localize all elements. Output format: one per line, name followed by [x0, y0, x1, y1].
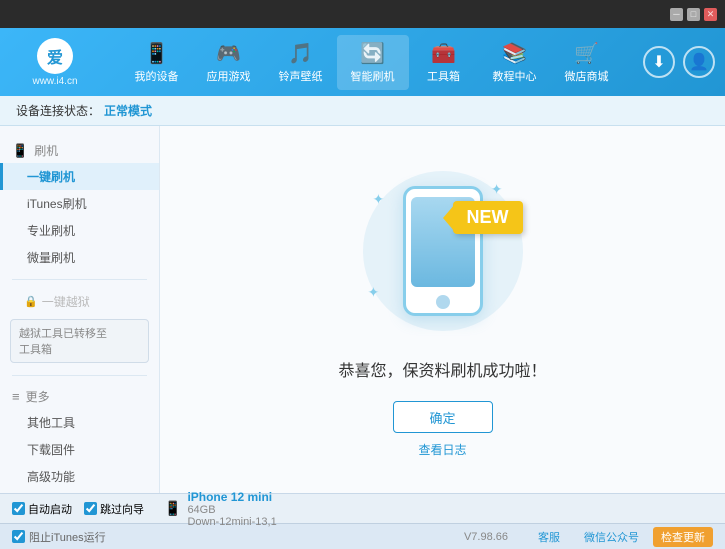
nav-weidian[interactable]: 🛒 微店商城: [551, 35, 623, 90]
sidebar-item-pro-flash[interactable]: 专业刷机: [0, 217, 159, 244]
tutorials-label: 教程中心: [493, 68, 537, 84]
success-message: 恭喜您，保资料刷机成功啦！: [338, 357, 546, 381]
toolbox-icon: 🧰: [431, 41, 456, 66]
smart-shop-label: 智能刷机: [351, 68, 395, 84]
view-logs-link[interactable]: 查看日志: [418, 441, 466, 458]
version-label: V7.98.66: [464, 531, 508, 543]
wechat-link[interactable]: 微信公众号: [584, 529, 639, 545]
ringtones-label: 铃声壁纸: [279, 68, 323, 84]
user-button[interactable]: 👤: [683, 46, 715, 78]
itunes-status-label: 阻止iTunes运行: [29, 529, 460, 545]
header: 爱 www.i4.cn 📱 我的设备 🎮 应用游戏 🎵 铃声壁纸 🔄 智能刷机 …: [0, 28, 725, 96]
weidian-label: 微店商城: [565, 68, 609, 84]
window-controls: ─ □ ✕: [670, 8, 717, 21]
nav-my-device[interactable]: 📱 我的设备: [121, 35, 193, 90]
sidebar-item-other-tools[interactable]: 其他工具: [0, 409, 159, 436]
apps-games-label: 应用游戏: [207, 68, 251, 84]
sidebar-item-micro-flash[interactable]: 微量刷机: [0, 244, 159, 271]
device-name: iPhone 12 mini: [187, 490, 276, 504]
itunes-checkbox[interactable]: [12, 530, 25, 543]
skip-wizard-input[interactable]: [84, 502, 97, 515]
device-firmware: Down-12mini-13,1: [187, 516, 276, 528]
title-bar: ─ □ ✕: [0, 0, 725, 28]
sparkle-2: ✦: [491, 181, 503, 198]
sidebar-jailbreak-note: 越狱工具已转移至工具箱: [10, 319, 149, 363]
sidebar-section-more: ≡ 更多 其他工具 下载固件 高级功能: [0, 380, 159, 493]
close-button[interactable]: ✕: [704, 8, 717, 21]
customer-service-link[interactable]: 客服: [538, 529, 560, 545]
auto-start-input[interactable]: [12, 502, 25, 515]
sidebar-item-advanced[interactable]: 高级功能: [0, 463, 159, 490]
subheader: 设备连接状态： 正常模式: [0, 96, 725, 126]
nav-smart-shop[interactable]: 🔄 智能刷机: [337, 35, 409, 90]
sidebar-jailbreak-disabled: 🔒 一键越狱: [0, 288, 159, 315]
pro-flash-label: 专业刷机: [27, 224, 75, 238]
logo-site: www.i4.cn: [32, 76, 77, 87]
status-bar: 阻止iTunes运行 V7.98.66 客服 微信公众号 检查更新: [0, 523, 725, 549]
more-section-icon: ≡: [12, 389, 20, 404]
ringtones-icon: 🎵: [288, 41, 313, 66]
update-button[interactable]: 检查更新: [653, 527, 713, 547]
phone-home-button: [436, 295, 450, 309]
maximize-button[interactable]: □: [687, 8, 700, 21]
success-illustration: NEW ✦ ✦ ✦: [353, 161, 533, 341]
status-value: 正常模式: [104, 102, 152, 119]
main-layout: 📱 刷机 一键刷机 iTunes刷机 专业刷机 微量刷机 🔒 一键越狱: [0, 126, 725, 493]
my-device-label: 我的设备: [135, 68, 179, 84]
one-click-flash-label: 一键刷机: [27, 170, 75, 184]
sidebar-item-download-firmware[interactable]: 下载固件: [0, 436, 159, 463]
sidebar-section-jailbreak: 🔒 一键越狱 越狱工具已转移至工具箱: [0, 284, 159, 371]
device-phone-icon: 📱: [164, 500, 181, 517]
bottom-bar: 自动启动 跳过向导 📱 iPhone 12 mini 64GB Down-12m…: [0, 493, 725, 523]
nav-toolbox[interactable]: 🧰 工具箱: [409, 35, 479, 90]
weidian-icon: 🛒: [574, 41, 599, 66]
advanced-label: 高级功能: [27, 470, 75, 484]
sidebar-section-flash: 📱 刷机 一键刷机 iTunes刷机 专业刷机 微量刷机: [0, 134, 159, 275]
auto-start-label: 自动启动: [28, 501, 72, 517]
more-section-label: 更多: [26, 388, 50, 405]
new-badge: NEW: [453, 201, 523, 234]
sparkle-3: ✦: [368, 284, 380, 301]
sidebar-divider-1: [12, 279, 147, 280]
skip-wizard-label: 跳过向导: [100, 501, 144, 517]
sidebar-section-more-header: ≡ 更多: [0, 384, 159, 409]
status-label: 设备连接状态：: [16, 102, 100, 119]
logo-icon: 爱: [37, 38, 73, 74]
download-button[interactable]: ⬇: [643, 46, 675, 78]
sidebar-divider-2: [12, 375, 147, 376]
device-storage: 64GB: [187, 504, 276, 516]
device-info: 📱 iPhone 12 mini 64GB Down-12mini-13,1: [164, 490, 277, 528]
nav-right: ⬇ 👤: [643, 46, 715, 78]
nav-apps-games[interactable]: 🎮 应用游戏: [193, 35, 265, 90]
tutorials-icon: 📚: [502, 41, 527, 66]
logo-area[interactable]: 爱 www.i4.cn: [10, 38, 100, 87]
content-area: NEW ✦ ✦ ✦ 恭喜您，保资料刷机成功啦！ 确定 查看日志: [160, 126, 725, 493]
confirm-button[interactable]: 确定: [393, 401, 493, 433]
other-tools-label: 其他工具: [27, 416, 75, 430]
my-device-icon: 📱: [144, 41, 169, 66]
lock-icon: 🔒: [24, 295, 38, 308]
sidebar: 📱 刷机 一键刷机 iTunes刷机 专业刷机 微量刷机 🔒 一键越狱: [0, 126, 160, 493]
apps-games-icon: 🎮: [216, 41, 241, 66]
smart-shop-icon: 🔄: [360, 41, 385, 66]
toolbox-label: 工具箱: [427, 68, 460, 84]
nav-tutorials[interactable]: 📚 教程中心: [479, 35, 551, 90]
sidebar-item-one-click-flash[interactable]: 一键刷机: [0, 163, 159, 190]
flash-section-label: 刷机: [34, 142, 58, 159]
micro-flash-label: 微量刷机: [27, 251, 75, 265]
minimize-button[interactable]: ─: [670, 8, 683, 21]
new-badge-text: NEW: [467, 207, 509, 227]
sidebar-item-itunes-flash[interactable]: iTunes刷机: [0, 190, 159, 217]
nav-items: 📱 我的设备 🎮 应用游戏 🎵 铃声壁纸 🔄 智能刷机 🧰 工具箱 📚 教程中心…: [100, 35, 643, 90]
skip-wizard-checkbox[interactable]: 跳过向导: [84, 501, 144, 517]
sidebar-section-flash-header: 📱 刷机: [0, 138, 159, 163]
download-firmware-label: 下载固件: [27, 443, 75, 457]
jailbreak-label: 一键越狱: [42, 293, 90, 310]
nav-ringtones[interactable]: 🎵 铃声壁纸: [265, 35, 337, 90]
itunes-flash-label: iTunes刷机: [27, 197, 87, 211]
sparkle-1: ✦: [373, 191, 385, 208]
flash-section-icon: 📱: [12, 143, 28, 159]
auto-start-checkbox[interactable]: 自动启动: [12, 501, 72, 517]
